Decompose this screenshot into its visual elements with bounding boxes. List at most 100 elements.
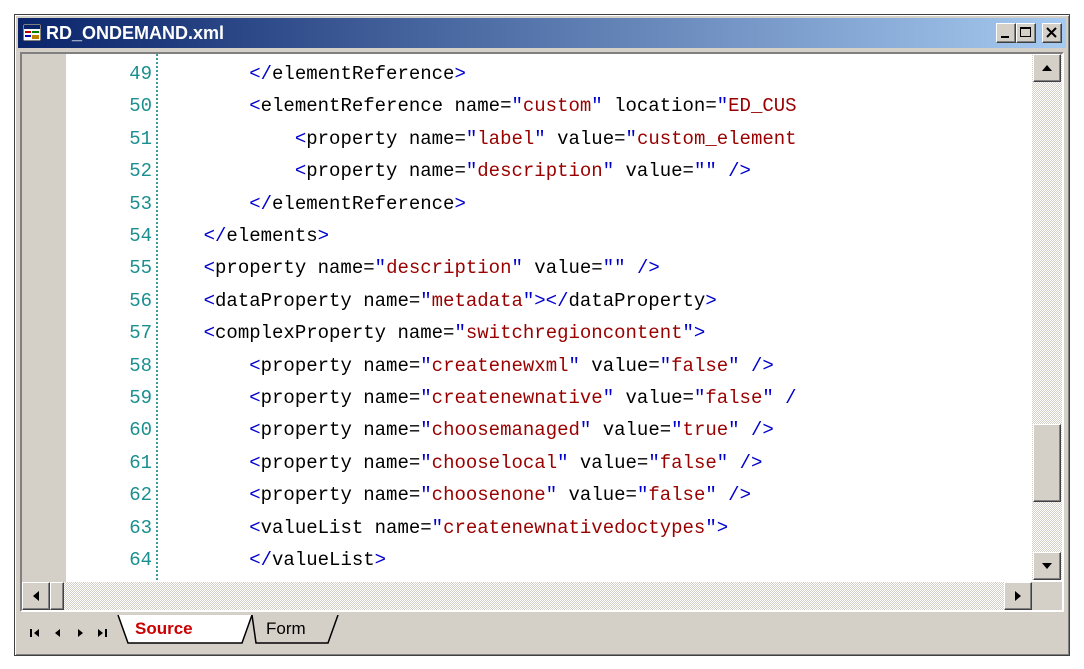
- tag-text: property name=: [215, 257, 375, 280]
- tag-bracket: <: [249, 516, 261, 539]
- next-tab-icon[interactable]: [70, 623, 90, 643]
- line-number: 60: [129, 419, 152, 442]
- attribute-value: choosemanaged: [431, 419, 580, 442]
- tag-text: [774, 387, 785, 409]
- scroll-up-button[interactable]: [1033, 54, 1061, 82]
- tag-bracket: ": [762, 387, 774, 409]
- code-line: </elementReference>: [158, 58, 466, 90]
- tag-bracket: ">: [682, 322, 706, 345]
- arrow-right-icon: [1015, 591, 1021, 601]
- tag-bracket: ": [420, 484, 432, 507]
- attribute-value: false: [659, 451, 717, 474]
- tag-bracket: ": [728, 354, 740, 377]
- scroll-down-button[interactable]: [1033, 552, 1061, 580]
- minimize-button[interactable]: [996, 23, 1016, 43]
- scroll-right-button[interactable]: [1004, 582, 1032, 610]
- tag-bracket: ": [511, 257, 523, 280]
- attribute-value: custom: [522, 95, 592, 118]
- code-line: <property name="createnewnative" value="…: [158, 382, 796, 414]
- tag-bracket: "": [602, 257, 626, 280]
- close-icon: [1046, 27, 1057, 38]
- tag-bracket: ": [420, 451, 432, 474]
- tag-bracket: ": [465, 160, 478, 183]
- scroll-left-button[interactable]: [22, 582, 50, 610]
- tag-bracket: ": [420, 419, 432, 442]
- tag-bracket: ": [420, 354, 432, 377]
- tag-bracket: ": [602, 387, 615, 409]
- vertical-scroll-thumb[interactable]: [1033, 424, 1061, 502]
- tag-text: value=: [557, 484, 637, 507]
- tab-source[interactable]: Source: [135, 615, 193, 643]
- code-line: <property name="choosemanaged" value="tr…: [158, 414, 774, 446]
- tag-bracket: ": [374, 257, 387, 280]
- close-button[interactable]: [1042, 23, 1062, 43]
- tag-bracket: ": [420, 289, 432, 312]
- scrollbar-corner: [1032, 582, 1062, 610]
- tag-bracket: </: [249, 63, 273, 85]
- first-tab-icon[interactable]: [26, 623, 46, 643]
- code-line: <property name="createnewxml" value="fal…: [158, 350, 774, 382]
- tag-bracket: <: [203, 257, 216, 280]
- tag-text: [728, 452, 739, 474]
- maximize-button[interactable]: [1016, 23, 1036, 43]
- tag-bracket: />: [728, 484, 751, 507]
- tag-text: property name=: [260, 419, 421, 442]
- xml-source-editor[interactable]: 49 </elementReference> 50 <elementReferen…: [20, 52, 1064, 612]
- tag-bracket: </: [249, 549, 273, 571]
- tag-text: [717, 484, 728, 506]
- last-tab-icon[interactable]: [92, 623, 112, 643]
- tag-bracket: ": [431, 516, 444, 539]
- horizontal-scrollbar[interactable]: [22, 582, 1062, 610]
- tag-bracket: >: [374, 549, 387, 571]
- code-line: </elements>: [158, 220, 329, 252]
- view-tab-bar: Source Form: [20, 615, 1064, 651]
- tag-bracket: >: [317, 225, 330, 247]
- tag-bracket: ": [545, 484, 558, 507]
- line-number: 61: [129, 451, 152, 474]
- attribute-value: label: [477, 127, 535, 150]
- horizontal-scroll-thumb[interactable]: [50, 582, 64, 610]
- attribute-value: false: [705, 387, 763, 409]
- line-number: 63: [129, 516, 152, 539]
- previous-tab-icon[interactable]: [48, 623, 68, 643]
- vertical-scrollbar[interactable]: [1032, 54, 1062, 580]
- line-number: 59: [129, 387, 152, 409]
- code-line: </elementReference>: [158, 188, 466, 220]
- attribute-value: ED_CUS: [728, 95, 797, 118]
- line-number: 55: [129, 257, 152, 280]
- code-line: <dataProperty name="metadata"></dataProp…: [158, 285, 717, 317]
- tag-bracket: ": [625, 127, 637, 150]
- line-number: 57: [129, 322, 152, 345]
- tab-form[interactable]: Form: [266, 615, 306, 643]
- tag-bracket: <: [249, 419, 261, 442]
- line-number: 51: [129, 127, 152, 150]
- tag-text: [740, 419, 751, 441]
- code-line: <property name="description" value="" />: [158, 252, 660, 284]
- tag-text: valueList: [272, 549, 375, 571]
- tag-text: elementReference name=: [260, 95, 512, 118]
- attribute-value: chooselocal: [431, 451, 558, 474]
- tag-bracket: ": [534, 127, 546, 150]
- tag-bracket: "": [693, 160, 717, 183]
- tag-bracket: />: [750, 354, 774, 377]
- attribute-value: description: [477, 160, 603, 183]
- editor-margin: [22, 54, 66, 610]
- tag-text: [626, 257, 637, 279]
- line-number: 53: [129, 192, 152, 215]
- tag-text: dataProperty name=: [215, 289, 421, 312]
- tag-text: complexProperty name=: [215, 322, 455, 345]
- tag-bracket: </: [249, 192, 273, 215]
- window-title: RD_ONDEMAND.xml: [46, 23, 225, 43]
- code-line: </valueList>: [158, 544, 386, 576]
- attribute-value: true: [682, 419, 729, 442]
- tag-bracket: ": [705, 484, 717, 507]
- tag-bracket: >: [454, 63, 466, 85]
- tag-bracket: >: [705, 289, 717, 312]
- tag-bracket: "></: [522, 289, 569, 312]
- tag-text: property name=: [260, 387, 421, 409]
- tag-bracket: <: [249, 451, 261, 474]
- code-line: <property name="description" value="" />: [158, 155, 751, 187]
- title-bar[interactable]: RD_ONDEMAND.xml: [18, 18, 1066, 48]
- tag-bracket: />: [636, 257, 660, 280]
- line-number: 50: [129, 95, 152, 118]
